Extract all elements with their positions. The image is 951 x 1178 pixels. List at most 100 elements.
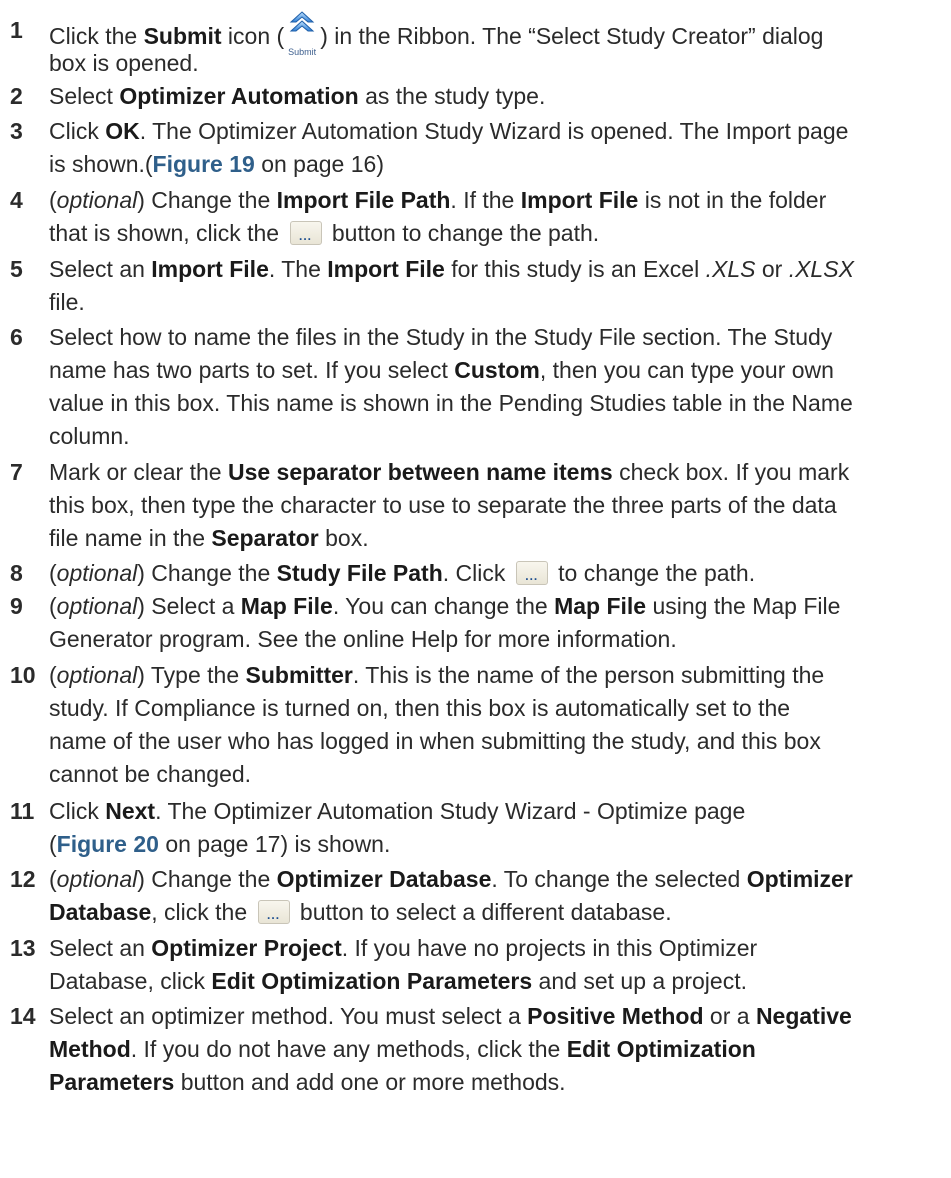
text-run: as the study type.	[358, 83, 546, 109]
text-run: study. If Compliance is turned on, then …	[49, 695, 791, 721]
text-run: (	[49, 866, 57, 892]
emphasis: optional	[56, 593, 138, 619]
emphasis: .XLSX	[788, 256, 854, 282]
ui-term: Submitter	[245, 662, 353, 688]
step-text: (optional) Change the Study File Path. C…	[49, 557, 949, 590]
step-text: Click the Submit icon (Submit) in the Ri…	[49, 11, 949, 80]
text-run: button to change the path.	[325, 220, 600, 246]
text-run: Select an	[49, 256, 152, 282]
step-text-line: Database, click the button to select a d…	[49, 896, 949, 929]
step-text-line: Method. If you do not have any methods, …	[49, 1033, 949, 1066]
step-text-line: Select an Optimizer Project. If you have…	[49, 932, 949, 965]
step-text: (optional) Select a Map File. You can ch…	[49, 590, 949, 656]
text-run: file.	[49, 289, 85, 315]
emphasis: optional	[56, 662, 138, 688]
text-run: Mark or clear the	[49, 459, 228, 485]
step-text: (optional) Change the Import File Path. …	[49, 184, 949, 250]
text-run: ) Type the	[137, 662, 246, 688]
text-run: using the Map File	[646, 593, 841, 619]
text-run: . If the	[450, 187, 521, 213]
text-run: name has two parts to set. If you select	[49, 357, 455, 383]
step-text-line: Parameters button and add one or more me…	[49, 1066, 949, 1099]
text-run: box is opened.	[49, 50, 199, 76]
text-run: is shown.(	[49, 151, 153, 177]
ui-term: Next	[105, 798, 156, 824]
step-number: 3	[10, 118, 23, 144]
text-run: Generator program. See the online Help f…	[49, 626, 677, 652]
text-run: or	[755, 256, 789, 282]
step-text: Select how to name the files in the Stud…	[49, 321, 949, 453]
text-run: Click	[49, 798, 106, 824]
step-text: Select an optimizer method. You must sel…	[49, 1000, 949, 1099]
step-text-line: name of the user who has logged in when …	[49, 725, 949, 758]
text-run: icon (	[221, 23, 285, 49]
step-number: 12	[10, 866, 36, 892]
text-run: on page 17) is shown.	[158, 831, 391, 857]
step-text-line: column.	[49, 420, 949, 453]
ui-term: Study File Path	[276, 560, 443, 586]
text-run: box.	[318, 525, 369, 551]
ui-term: Optimizer Database	[276, 866, 492, 892]
step-text-line: name has two parts to set. If you select…	[49, 354, 949, 387]
step-text-line: Generator program. See the online Help f…	[49, 623, 949, 656]
ui-term: Import File	[151, 256, 269, 282]
step-number: 1	[10, 17, 23, 43]
step-number: 2	[10, 83, 23, 109]
step-text: (optional) Change the Optimizer Database…	[49, 863, 949, 929]
step-text-line: Database, click Edit Optimization Parame…	[49, 965, 949, 998]
ui-term: Separator	[211, 525, 319, 551]
text-run: that is shown, click the	[49, 220, 286, 246]
step-text: (optional) Type the Submitter. This is t…	[49, 659, 949, 791]
ui-term: Method	[49, 1036, 131, 1062]
ui-term: Negative	[755, 1003, 852, 1029]
text-run: . The Optimizer Automation Study Wizard …	[139, 118, 849, 144]
step-text-line: that is shown, click the button to chang…	[49, 217, 949, 250]
text-run: ) Select a	[137, 593, 241, 619]
submit-icon-caption: Submit	[288, 47, 317, 57]
step-text-line: Select Optimizer Automation as the study…	[49, 80, 949, 113]
step-text-line: box is opened.	[49, 47, 949, 80]
text-run: name of the user who has logged in when …	[49, 728, 821, 754]
text-run: . To change the selected	[491, 866, 747, 892]
text-run: ) Change the	[137, 187, 277, 213]
step-text: Mark or clear the Use separator between …	[49, 456, 949, 555]
submit-icon: Submit	[284, 11, 320, 57]
ui-term: Optimizer Automation	[119, 83, 359, 109]
step-text-line: is shown.(Figure 19 on page 16)	[49, 148, 949, 181]
step-text-line: Select an optimizer method. You must sel…	[49, 1000, 949, 1033]
figure-link[interactable]: Figure 19	[153, 151, 255, 177]
step-number: 8	[10, 560, 23, 586]
text-run: ) Change the	[137, 560, 277, 586]
step-number: 5	[10, 256, 23, 282]
step-text-line: Select an Import File. The Import File f…	[49, 253, 949, 286]
figure-link[interactable]: Figure 20	[57, 831, 159, 857]
text-run: . The	[268, 256, 328, 282]
emphasis: .XLS	[705, 256, 756, 282]
text-run: . Click	[442, 560, 512, 586]
text-run: column.	[49, 423, 130, 449]
text-run: (	[49, 831, 57, 857]
text-run: Select an optimizer method. You must sel…	[49, 1003, 528, 1029]
text-run: check box. If you mark	[612, 459, 850, 485]
step-text: Select an Import File. The Import File f…	[49, 253, 949, 319]
emphasis: optional	[56, 560, 138, 586]
text-run: Select how to name the files in the Stud…	[49, 324, 833, 350]
ui-term: Database	[49, 899, 152, 925]
text-run: Click the	[49, 23, 144, 49]
text-run: on page 16)	[254, 151, 384, 177]
ui-term: OK	[105, 118, 140, 144]
double-chevron-up-icon	[289, 11, 315, 32]
ui-term: Positive Method	[527, 1003, 704, 1029]
step-text-line: Select how to name the files in the Stud…	[49, 321, 949, 354]
text-run: . You can change the	[332, 593, 555, 619]
step-text: Select an Optimizer Project. If you have…	[49, 932, 949, 998]
text-run: value in this box. This name is shown in…	[49, 390, 853, 416]
text-run: . If you have no projects in this Optimi…	[341, 935, 758, 961]
step-text-line: Click OK. The Optimizer Automation Study…	[49, 115, 949, 148]
ui-term: Map File	[240, 593, 333, 619]
text-run: cannot be changed.	[49, 761, 252, 787]
step-text-line: Mark or clear the Use separator between …	[49, 456, 949, 489]
step-text-line: Click the Submit icon (Submit) in the Ri…	[49, 11, 949, 57]
ui-term: Import File	[327, 256, 445, 282]
text-run: Click	[49, 118, 106, 144]
